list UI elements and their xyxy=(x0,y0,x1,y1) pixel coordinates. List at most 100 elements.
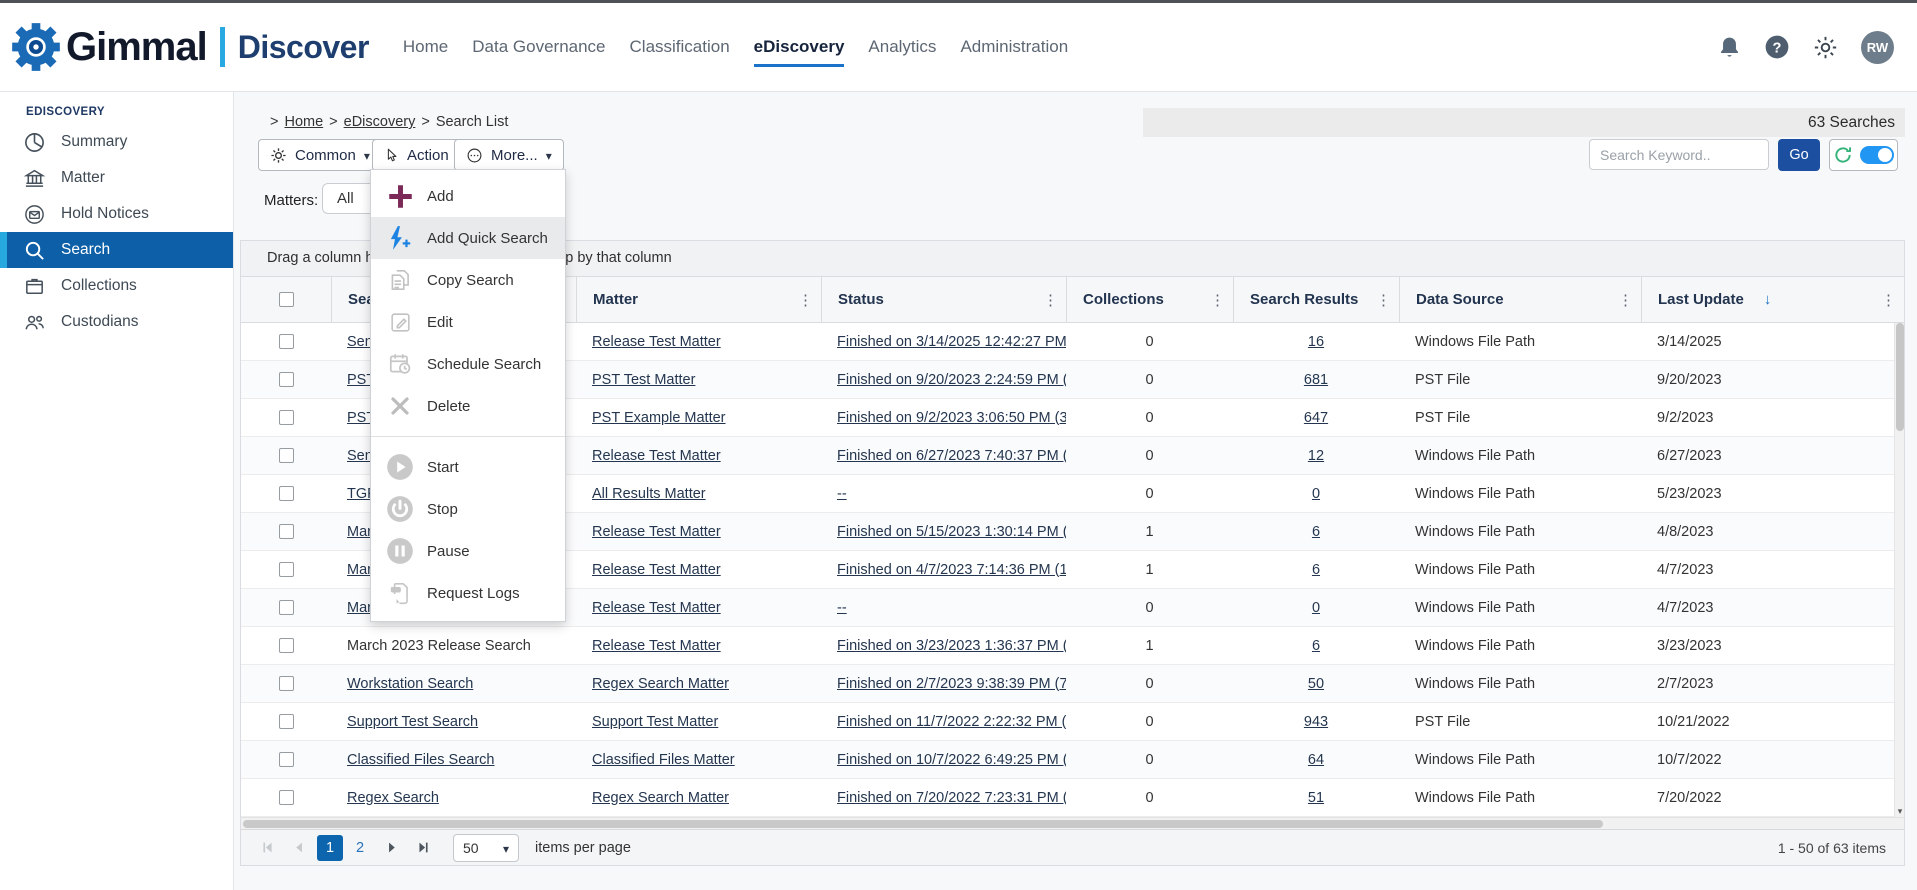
column-header-matter[interactable]: Matter xyxy=(576,277,821,322)
user-avatar[interactable]: RW xyxy=(1861,31,1894,64)
nav-item-administration[interactable]: Administration xyxy=(960,31,1068,63)
notifications-bell-icon[interactable] xyxy=(1717,34,1742,61)
column-menu-icon[interactable] xyxy=(1881,291,1896,309)
row-checkbox[interactable] xyxy=(279,486,294,501)
last-page-button[interactable] xyxy=(409,835,437,861)
search-name-link[interactable]: Workstation Search xyxy=(347,676,473,692)
sidebar-item-hold-notices[interactable]: Hold Notices xyxy=(0,196,233,232)
next-page-button[interactable] xyxy=(377,835,405,861)
row-checkbox[interactable] xyxy=(279,790,294,805)
search-name-link[interactable]: Mar xyxy=(347,524,372,540)
matter-link[interactable]: Release Test Matter xyxy=(592,638,721,654)
auto-refresh-toggle[interactable] xyxy=(1860,146,1894,164)
nav-item-classification[interactable]: Classification xyxy=(630,31,730,63)
refresh-icon[interactable] xyxy=(1833,145,1853,165)
page-2-button[interactable]: 2 xyxy=(347,835,373,861)
sidebar-item-custodians[interactable]: Custodians xyxy=(0,304,233,340)
row-checkbox[interactable] xyxy=(279,562,294,577)
search-results-link[interactable]: 0 xyxy=(1312,600,1320,616)
breadcrumb-ediscovery[interactable]: eDiscovery xyxy=(344,114,416,130)
sidebar-item-summary[interactable]: Summary xyxy=(0,124,233,160)
nav-item-home[interactable]: Home xyxy=(403,31,448,63)
column-menu-icon[interactable] xyxy=(1618,291,1633,309)
row-checkbox[interactable] xyxy=(279,600,294,615)
status-link[interactable]: Finished on 9/20/2023 2:24:59 PM (57 xyxy=(837,372,1066,388)
row-checkbox[interactable] xyxy=(279,448,294,463)
search-results-link[interactable]: 12 xyxy=(1308,448,1324,464)
menu-item-add-quick-search[interactable]: Add Quick Search xyxy=(371,217,565,259)
search-name-link[interactable]: Sen xyxy=(347,448,373,464)
nav-item-ediscovery[interactable]: eDiscovery xyxy=(754,31,845,63)
menu-item-delete[interactable]: Delete xyxy=(371,385,565,427)
sidebar-item-search[interactable]: Search xyxy=(0,232,233,268)
vertical-scrollbar[interactable] xyxy=(1894,323,1904,817)
page-1-button[interactable]: 1 xyxy=(317,835,343,861)
matter-link[interactable]: Classified Files Matter xyxy=(592,752,735,768)
matter-link[interactable]: Release Test Matter xyxy=(592,562,721,578)
column-header-data-source[interactable]: Data Source xyxy=(1399,277,1641,322)
status-link[interactable]: Finished on 4/7/2023 7:14:36 PM (14 M xyxy=(837,562,1066,578)
row-checkbox[interactable] xyxy=(279,372,294,387)
search-results-link[interactable]: 6 xyxy=(1312,524,1320,540)
breadcrumb-home[interactable]: Home xyxy=(284,114,323,130)
row-checkbox[interactable] xyxy=(279,714,294,729)
select-all-checkbox[interactable] xyxy=(279,292,294,307)
horizontal-scrollbar-thumb[interactable] xyxy=(243,820,1603,828)
sidebar-item-matter[interactable]: Matter xyxy=(0,160,233,196)
search-results-link[interactable]: 0 xyxy=(1312,486,1320,502)
search-name-link[interactable]: Sen xyxy=(347,334,373,350)
status-link[interactable]: -- xyxy=(837,600,847,616)
row-checkbox[interactable] xyxy=(279,524,294,539)
search-results-link[interactable]: 6 xyxy=(1312,638,1320,654)
column-header-last-update[interactable]: Last Update xyxy=(1641,277,1904,322)
matter-link[interactable]: Release Test Matter xyxy=(592,334,721,350)
row-checkbox[interactable] xyxy=(279,334,294,349)
status-link[interactable]: Finished on 9/2/2023 3:06:50 PM (34 M xyxy=(837,410,1066,426)
status-link[interactable]: Finished on 3/14/2025 12:42:27 PM (19 xyxy=(837,334,1066,350)
common-button[interactable]: Common xyxy=(258,139,382,171)
search-name-link[interactable]: Mar xyxy=(347,600,372,616)
column-menu-icon[interactable] xyxy=(798,291,813,309)
search-name-link[interactable]: Classified Files Search xyxy=(347,752,494,768)
status-link[interactable]: Finished on 2/7/2023 9:38:39 PM (7 Mi xyxy=(837,676,1066,692)
column-menu-icon[interactable] xyxy=(1043,291,1058,309)
menu-item-schedule-search[interactable]: Schedule Search xyxy=(371,343,565,385)
search-results-link[interactable]: 64 xyxy=(1308,752,1324,768)
column-menu-icon[interactable] xyxy=(1376,291,1391,309)
status-link[interactable]: Finished on 7/20/2022 7:23:31 PM (22 xyxy=(837,790,1066,806)
search-keyword-input[interactable] xyxy=(1589,139,1769,170)
horizontal-scrollbar[interactable] xyxy=(241,817,1904,829)
page-size-dropdown[interactable]: 50 xyxy=(453,834,519,862)
search-results-link[interactable]: 647 xyxy=(1304,410,1328,426)
row-checkbox[interactable] xyxy=(279,638,294,653)
matter-link[interactable]: PST Test Matter xyxy=(592,372,695,388)
settings-gear-icon[interactable] xyxy=(1812,34,1839,61)
menu-item-request-logs[interactable]: LOGRequest Logs xyxy=(371,572,565,614)
search-name-link[interactable]: Mar xyxy=(347,562,372,578)
go-button[interactable]: Go xyxy=(1778,139,1820,171)
status-link[interactable]: Finished on 3/23/2023 1:36:37 PM (27 xyxy=(837,638,1066,654)
menu-item-copy-search[interactable]: Copy Search xyxy=(371,259,565,301)
scroll-down-arrow-icon[interactable] xyxy=(1895,806,1905,817)
sidebar-item-collections[interactable]: Collections xyxy=(0,268,233,304)
search-name-link[interactable]: Support Test Search xyxy=(347,714,478,730)
status-link[interactable]: Finished on 5/15/2023 1:30:14 PM (58 xyxy=(837,524,1066,540)
search-results-link[interactable]: 50 xyxy=(1308,676,1324,692)
status-link[interactable]: -- xyxy=(837,486,847,502)
status-link[interactable]: Finished on 10/7/2022 6:49:25 PM (5 M xyxy=(837,752,1066,768)
matter-link[interactable]: All Results Matter xyxy=(592,486,706,502)
column-menu-icon[interactable] xyxy=(1210,291,1225,309)
row-checkbox[interactable] xyxy=(279,676,294,691)
column-header-search-results[interactable]: Search Results xyxy=(1233,277,1399,322)
help-icon[interactable]: ? xyxy=(1764,34,1790,60)
status-link[interactable]: Finished on 11/7/2022 2:22:32 PM (1 H xyxy=(837,714,1066,730)
more-button[interactable]: More... xyxy=(454,139,564,171)
column-header-collections[interactable]: Collections xyxy=(1066,277,1233,322)
status-link[interactable]: Finished on 6/27/2023 7:40:37 PM (6 M xyxy=(837,448,1066,464)
row-checkbox[interactable] xyxy=(279,752,294,767)
menu-item-start[interactable]: Start xyxy=(371,446,565,488)
search-name-link[interactable]: Regex Search xyxy=(347,790,439,806)
first-page-button[interactable] xyxy=(253,835,281,861)
matter-link[interactable]: Regex Search Matter xyxy=(592,676,729,692)
menu-item-edit[interactable]: Edit xyxy=(371,301,565,343)
